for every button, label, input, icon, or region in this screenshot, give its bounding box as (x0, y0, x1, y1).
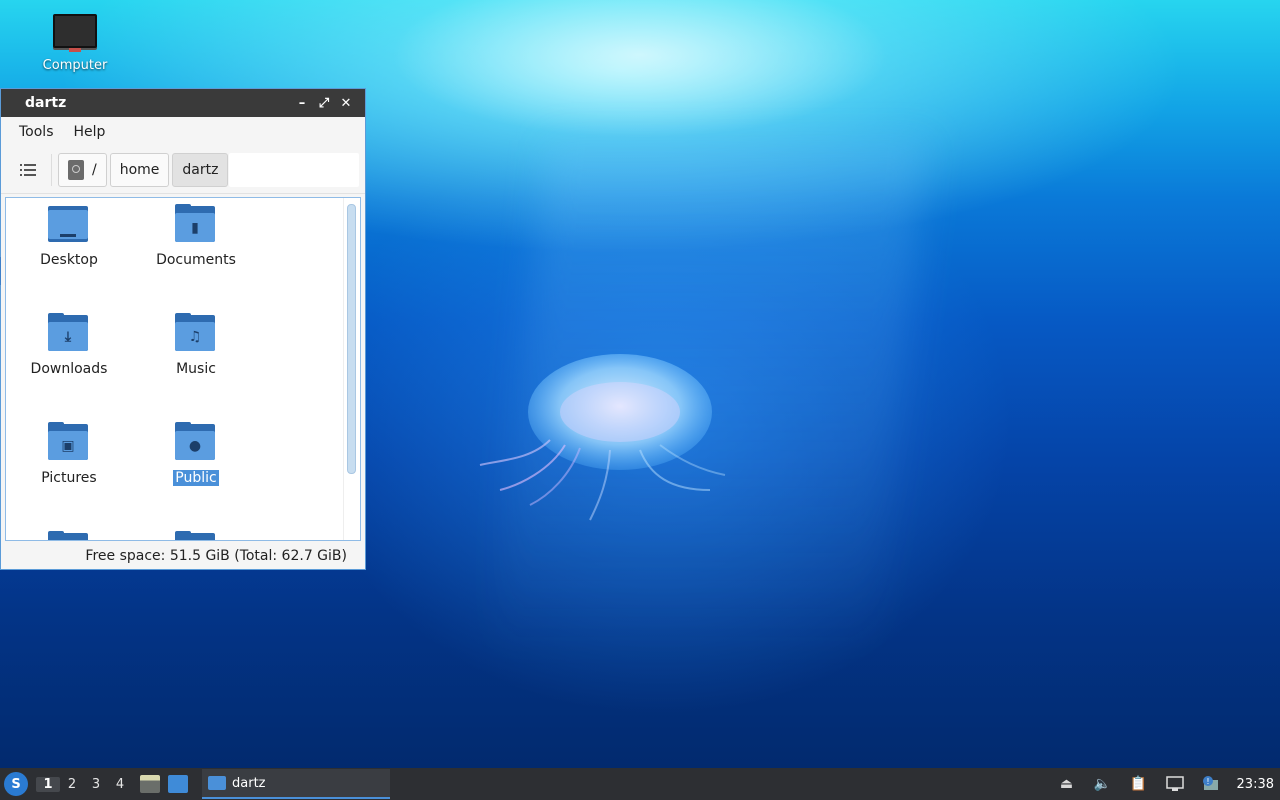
file-item-documents[interactable]: ▮ Documents (136, 204, 256, 268)
workspace-1[interactable]: 1 (36, 776, 60, 792)
file-item-label: Downloads (30, 361, 108, 377)
close-button[interactable]: ✕ (335, 96, 357, 111)
file-item-desktop[interactable]: Desktop (9, 206, 129, 268)
menu-tools[interactable]: Tools (9, 120, 64, 144)
file-item-pictures[interactable]: ▣ Pictures (9, 422, 129, 486)
clipboard-icon[interactable]: 📋 (1127, 773, 1151, 795)
window-title: dartz (25, 95, 67, 111)
system-tray: ⏏ 🔈 📋 ! 23:38 (1049, 768, 1280, 800)
lubuntu-logo-icon[interactable]: S (4, 772, 28, 796)
drive-icon (68, 160, 84, 180)
monitor-icon (53, 14, 97, 52)
list-view-icon[interactable] (13, 155, 43, 185)
file-item-label: Public (173, 470, 219, 486)
file-item-label: Pictures (41, 470, 97, 486)
desktop-folder-icon (48, 206, 90, 244)
file-item-public[interactable]: ● Public (136, 422, 256, 486)
window-titlebar[interactable]: dartz – ⤢ ✕ (1, 89, 365, 117)
file-item-label: Documents (156, 252, 236, 268)
taskbar: S 1 2 3 4 dartz ⏏ 🔈 📋 ! 23:38 (0, 768, 1280, 800)
side-pane-indicator (0, 257, 1, 285)
minimize-button[interactable]: – (291, 96, 313, 111)
downloads-folder-icon: ⤓ (48, 313, 90, 353)
breadcrumb-dartz[interactable]: dartz (172, 153, 229, 187)
file-manager-launcher-icon[interactable] (140, 775, 160, 793)
svg-text:!: ! (1206, 777, 1209, 786)
grip-icon: ⋮ (1, 158, 7, 182)
workspace-3[interactable]: 3 (84, 777, 108, 792)
breadcrumb-label: / (92, 162, 97, 178)
breadcrumb: / home dartz (58, 153, 229, 187)
file-item-music[interactable]: ♫ Music (136, 313, 256, 377)
file-item-label: Desktop (40, 252, 98, 268)
location-toolbar: ⋮ / home dartz (1, 147, 365, 194)
toolbar-separator (51, 154, 52, 186)
folder-icon (48, 531, 90, 540)
maximize-button[interactable]: ⤢ (313, 96, 335, 111)
breadcrumb-home[interactable]: home (109, 153, 170, 187)
file-item-partial[interactable] (136, 531, 256, 540)
desktop-icon-label: Computer (42, 58, 108, 73)
scrollbar-thumb[interactable] (347, 204, 356, 474)
workspace-2[interactable]: 2 (60, 777, 84, 792)
music-folder-icon: ♫ (175, 313, 217, 353)
taskbar-window-button[interactable]: dartz (202, 769, 390, 799)
folder-icon (208, 776, 226, 790)
network-icon[interactable] (1163, 773, 1187, 795)
file-item-partial[interactable] (9, 531, 129, 540)
file-manager-window: dartz – ⤢ ✕ Tools Help ⋮ / home (0, 88, 366, 570)
eject-icon[interactable]: ⏏ (1055, 773, 1079, 795)
file-item-downloads[interactable]: ⤓ Downloads (9, 313, 129, 377)
menu-help[interactable]: Help (64, 120, 116, 144)
breadcrumb-root[interactable]: / (58, 153, 107, 187)
path-bar-background (229, 153, 359, 187)
pictures-folder-icon: ▣ (48, 422, 90, 462)
folder-icon (175, 531, 217, 540)
workspace-4[interactable]: 4 (108, 777, 132, 792)
volume-icon[interactable]: 🔈 (1091, 773, 1115, 795)
jellyfish-wallpaper-art (479, 354, 726, 521)
file-item-label: Music (176, 361, 216, 377)
desktop-icon-computer[interactable]: Computer (36, 14, 114, 73)
breadcrumb-label: home (119, 162, 160, 178)
vertical-scrollbar[interactable] (343, 198, 360, 540)
show-desktop-icon[interactable] (168, 775, 188, 793)
free-space-text: Free space: 51.5 GiB (Total: 62.7 GiB) (85, 548, 347, 564)
update-notifier-icon[interactable]: ! (1199, 773, 1223, 795)
status-bar: Free space: 51.5 GiB (Total: 62.7 GiB) (1, 543, 365, 569)
breadcrumb-label: dartz (182, 162, 219, 178)
menu-bar: Tools Help (1, 117, 365, 147)
public-folder-icon: ● (175, 422, 217, 462)
icon-view[interactable]: Desktop ▮ Documents ⤓ Downloads ♫ Music (5, 197, 361, 541)
clock[interactable]: 23:38 (1237, 777, 1274, 792)
task-label: dartz (232, 775, 266, 791)
documents-folder-icon: ▮ (175, 204, 217, 244)
